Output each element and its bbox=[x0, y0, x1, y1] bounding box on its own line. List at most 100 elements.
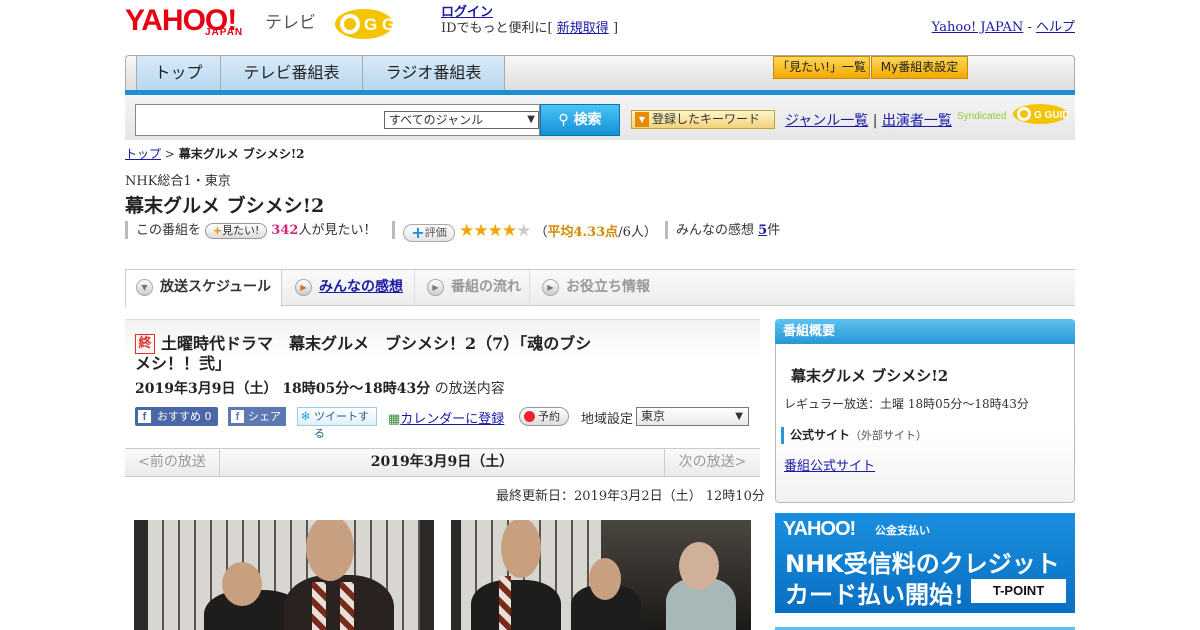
final-episode-badge: 終 bbox=[135, 334, 155, 354]
play-arrow-icon: ▶ bbox=[427, 279, 444, 296]
tab-program-flow: ▶ 番組の流れ bbox=[417, 270, 530, 306]
tab-program-flow-label: 番組の流れ bbox=[451, 279, 521, 295]
official-site-note: （外部サイト） bbox=[850, 429, 928, 442]
tab-impressions[interactable]: ▶ みんなの感想 bbox=[285, 270, 415, 306]
tab-impressions-label: みんなの感想 bbox=[319, 279, 403, 295]
region-select[interactable]: 東京 ▼ bbox=[636, 407, 749, 426]
genre-select-value: すべてのジャンル bbox=[389, 113, 484, 127]
gguide-small-logo: G GUIDE bbox=[1012, 101, 1077, 125]
nav-tab-top[interactable]: トップ bbox=[136, 56, 221, 91]
star-rating-icon: ★★★★★ bbox=[459, 221, 531, 241]
want-to-watch-button[interactable]: +見たい! bbox=[205, 222, 268, 239]
share-row: f おすすめ 0 f シェア ✻ ツイートする ▦カレンダーに登録 予約 地域設… bbox=[135, 407, 755, 440]
facebook-share-button[interactable]: f シェア bbox=[228, 407, 286, 426]
photo-figure bbox=[679, 542, 719, 590]
impressions-label: みんなの感想 bbox=[676, 223, 755, 238]
login-note-prefix: IDでもっと便利に[ bbox=[441, 21, 553, 36]
reserve-label: 予約 bbox=[538, 410, 560, 423]
stars-empty: ★ bbox=[516, 221, 531, 241]
nav-tab-radio-schedule[interactable]: ラジオ番組表 bbox=[363, 56, 505, 91]
register-link[interactable]: 新規取得 bbox=[557, 21, 609, 36]
episode-airtime: 2019年3月9日（土） 18時05分～18時43分 の放送内容 bbox=[135, 378, 505, 398]
want-prefix: この番組を bbox=[136, 223, 202, 238]
genre-select[interactable]: すべてのジャンル ▼ bbox=[384, 111, 539, 129]
photo-figure bbox=[222, 562, 262, 606]
breadcrumb: トップ > 幕末グルメ ブシメシ!2 bbox=[125, 145, 305, 162]
performer-list-link[interactable]: 出演者一覧 bbox=[882, 113, 952, 129]
photo-figure bbox=[499, 576, 511, 630]
episode-title: 土曜時代ドラマ 幕末グルメ ブシメシ！2（7）「魂のブシメシ！！弐」 bbox=[135, 334, 592, 373]
registered-keywords-button[interactable]: ▼ 登録したキーワード bbox=[631, 110, 775, 129]
photo-figure bbox=[589, 558, 621, 600]
twitter-bird-icon: ✻ bbox=[301, 410, 311, 423]
genre-list-link[interactable]: ジャンル一覧 bbox=[785, 113, 868, 129]
regular-broadcast-time: レギュラー放送：土曜 18時05分～18時43分 bbox=[784, 397, 1029, 411]
browse-links: ジャンル一覧 | 出演者一覧 bbox=[785, 110, 952, 130]
episode-photo[interactable] bbox=[451, 520, 751, 630]
login-area: ログイン IDでもっと便利に[ 新規取得 ] bbox=[441, 5, 618, 37]
photo-figure bbox=[312, 582, 326, 630]
want-to-watch-label: 見たい! bbox=[222, 223, 260, 237]
facebook-recommend-button[interactable]: f おすすめ 0 bbox=[135, 407, 218, 426]
previous-broadcast-button[interactable]: <前の放送 bbox=[125, 449, 220, 476]
photo-figure bbox=[501, 520, 541, 578]
rating-average: 平均4.33点 bbox=[547, 225, 619, 240]
browse-links-divider: | bbox=[872, 113, 878, 129]
plus-icon: + bbox=[212, 223, 223, 237]
episode-photo[interactable] bbox=[134, 520, 434, 630]
impressions-count-link[interactable]: 5 bbox=[758, 223, 767, 238]
header-separator: - bbox=[1027, 20, 1032, 35]
rating-count: /6人） bbox=[618, 225, 657, 240]
want-count: 342 bbox=[271, 223, 299, 238]
header-links: Yahoo! JAPAN - ヘルプ bbox=[932, 16, 1075, 35]
gguide-small-logo-text: G GUIDE bbox=[1034, 110, 1068, 121]
want-suffix: 人が見たい！ bbox=[298, 223, 377, 238]
tweet-button[interactable]: ✻ ツイートする bbox=[297, 407, 377, 440]
impressions-suffix: 件 bbox=[767, 223, 781, 238]
mitai-list-button[interactable]: 「見たい!」一覧 bbox=[773, 56, 870, 79]
facebook-icon: f bbox=[138, 410, 151, 423]
my-schedule-settings-button[interactable]: My番組表設定 bbox=[871, 56, 968, 79]
stat-divider bbox=[125, 221, 128, 239]
calendar-register[interactable]: ▦カレンダーに登録 bbox=[388, 408, 504, 427]
calendar-icon: ▦ bbox=[388, 412, 401, 427]
calendar-register-link[interactable]: カレンダーに登録 bbox=[400, 412, 504, 427]
tab-useful-info: ▶ お役立ち情報 bbox=[532, 270, 672, 306]
episode-date-suffix: の放送内容 bbox=[434, 381, 505, 397]
region-value: 東京 bbox=[641, 409, 666, 423]
search-button[interactable]: ⚲ 検索 bbox=[540, 104, 620, 136]
tab-useful-info-label: お役立ち情報 bbox=[566, 279, 650, 295]
reserve-button[interactable]: 予約 bbox=[519, 407, 569, 426]
rating-open: （ bbox=[534, 225, 548, 240]
photo-figure bbox=[284, 575, 394, 630]
ad-banner[interactable]: YAHOO! 公金支払い NHK受信料のクレジット カード払い開始！ T-POI… bbox=[775, 513, 1075, 613]
tab-broadcast-schedule-label: 放送スケジュール bbox=[160, 279, 272, 295]
gguide-logo[interactable]: G GUIDE bbox=[334, 6, 436, 40]
ad-subtitle: 公金支払い bbox=[875, 524, 930, 537]
ad-brand-logo: YAHOO! bbox=[783, 518, 856, 540]
nav-tab-tv-schedule[interactable]: テレビ番組表 bbox=[221, 56, 363, 91]
photo-figure bbox=[471, 580, 561, 630]
tv-service-label[interactable]: テレビ bbox=[265, 8, 316, 33]
official-site-link[interactable]: 番組公式サイト bbox=[784, 455, 875, 474]
program-stats: この番組を +見たい! 342人が見たい！ +評価 ★★★★★ （平均4.33点… bbox=[125, 221, 825, 243]
program-summary-title: 幕末グルメ ブシメシ!2 bbox=[791, 367, 949, 385]
official-site-heading: 公式サイト（外部サイト） bbox=[781, 427, 927, 444]
impressions-group: みんなの感想 5件 bbox=[676, 221, 780, 241]
tab-broadcast-schedule[interactable]: ▼ 放送スケジュール bbox=[125, 270, 282, 307]
rate-button[interactable]: +評価 bbox=[403, 223, 455, 242]
breadcrumb-separator: > bbox=[164, 147, 175, 161]
tpoint-logo: T-POINT bbox=[971, 579, 1066, 603]
stars-filled: ★★★★ bbox=[459, 221, 517, 241]
login-link[interactable]: ログイン bbox=[441, 5, 493, 20]
dropdown-triangle-icon: ▼ bbox=[635, 112, 649, 127]
rating-group: +評価 ★★★★★ （平均4.33点/6人） bbox=[403, 221, 657, 243]
syndicated-label: Syndicated bbox=[957, 111, 1007, 122]
next-broadcast-button[interactable]: 次の放送> bbox=[664, 449, 760, 476]
dropdown-arrow-icon: ▼ bbox=[735, 411, 743, 422]
yahoo-japan-link[interactable]: Yahoo! JAPAN bbox=[932, 20, 1024, 35]
help-link[interactable]: ヘルプ bbox=[1036, 20, 1075, 35]
broadcast-pager: <前の放送 2019年3月9日（土） 次の放送> bbox=[125, 448, 760, 477]
official-site-label: 公式サイト bbox=[790, 428, 851, 442]
breadcrumb-top-link[interactable]: トップ bbox=[125, 147, 161, 161]
